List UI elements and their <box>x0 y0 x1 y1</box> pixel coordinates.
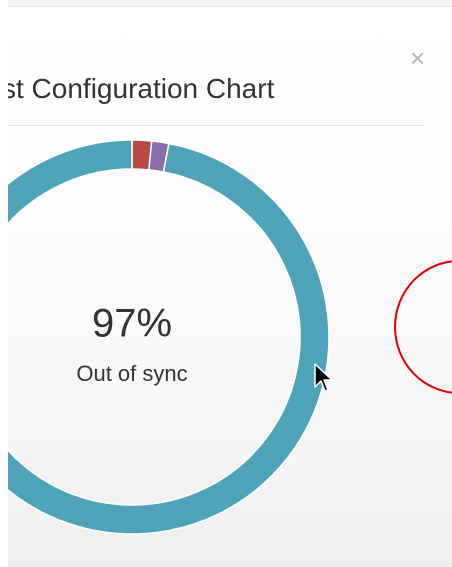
viewport: × st Configuration Chart 97% Out of sync <box>0 0 452 567</box>
center-label: Out of sync <box>76 361 188 386</box>
center-percentage: 97% <box>91 301 173 346</box>
left-edge <box>0 0 8 567</box>
donut-chart <box>0 139 330 535</box>
mouse-pointer-icon <box>314 363 333 392</box>
